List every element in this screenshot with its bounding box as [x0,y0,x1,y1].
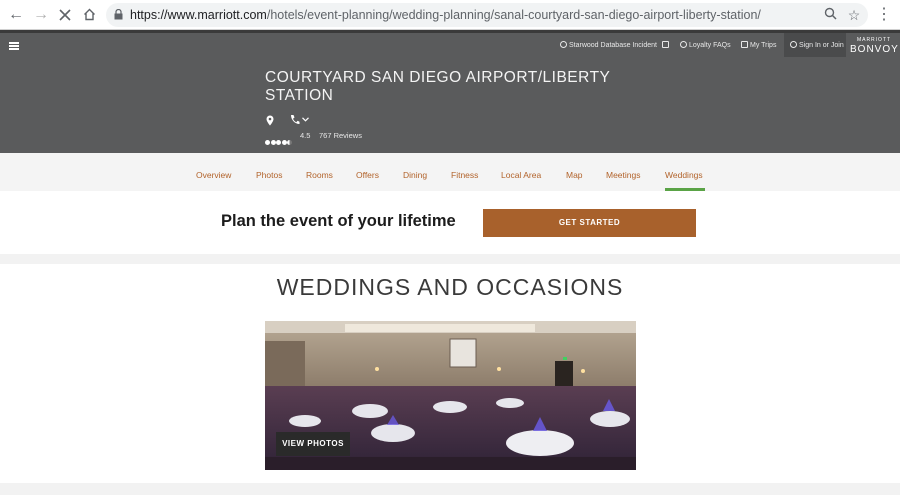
tab-dining[interactable]: Dining [403,170,427,180]
section-title: WEDDINGS AND OCCASIONS [276,274,624,300]
view-photos-button[interactable]: VIEW PHOTOS [276,432,350,456]
hamburger-menu-icon[interactable] [9,42,19,50]
get-started-button[interactable]: GET STARTED [483,209,696,237]
rating-dot-full [276,140,281,145]
info-icon [680,41,687,48]
starwood-incident-link[interactable]: Starwood Database Incident [560,41,671,49]
tab-overview[interactable]: Overview [196,170,231,180]
rating-dots [265,132,293,150]
rating-dot-half [287,140,292,145]
zoom-icon[interactable] [822,7,838,23]
tab-photos[interactable]: Photos [256,170,282,180]
reviews-link[interactable]: 767 Reviews [319,131,362,140]
tab-fitness[interactable]: Fitness [451,170,478,180]
marriott-bonvoy-logo[interactable]: MARRIOTT BONVOY [850,37,898,55]
browser-toolbar: ← → https://www.marriott.com/hotels/even… [0,0,900,30]
address-bar[interactable]: https://www.marriott.com/hotels/event-pl… [106,3,868,27]
lock-icon [114,9,123,20]
external-link-icon [661,41,669,48]
rating-dot-full [270,140,276,145]
my-trips-label: My Trips [750,42,777,49]
suitcase-icon [741,41,748,48]
chevron-down-icon[interactable] [302,117,309,122]
hotel-name: COURTYARD SAN DIEGO AIRPORT/LIBERTY STAT… [265,69,611,104]
plan-banner: Plan the event of your lifetime GET STAR… [0,191,900,254]
info-icon [560,41,567,48]
back-arrow-icon[interactable]: ← [6,5,26,25]
property-tabs: Overview Photos Rooms Offers Dining Fitn… [0,153,900,191]
browser-menu-icon[interactable]: ⋮ [874,5,894,25]
weddings-section: WEDDINGS AND OCCASIONS [0,264,900,483]
bookmark-star-icon[interactable]: ☆ [846,7,862,23]
url-path: /hotels/event-planning/wedding-planning/… [266,8,761,22]
rating-dot-full [281,140,287,145]
tab-local-area[interactable]: Local Area [501,170,541,180]
tab-meetings[interactable]: Meetings [606,170,641,180]
rating-dot-full [265,140,270,145]
starwood-incident-label: Starwood Database Incident [569,42,657,49]
url-text: https://www.marriott.com/hotels/event-pl… [130,8,761,22]
phone-icon[interactable] [290,114,300,125]
url-host: https://www.marriott.com [130,8,267,22]
tab-offers[interactable]: Offers [356,170,379,180]
tab-rooms[interactable]: Rooms [306,170,333,180]
tab-weddings[interactable]: Weddings [665,170,703,180]
plan-headline: Plan the event of your lifetime [221,212,456,230]
rating-value: 4.5 [300,131,311,140]
user-icon [790,41,797,48]
my-trips-link[interactable]: My Trips [741,41,776,49]
sign-in-label: Sign In or Join [799,42,844,49]
hotel-header: Starwood Database Incident Loyalty FAQs … [0,33,900,153]
sign-in-link[interactable]: Sign In or Join [790,41,844,49]
forward-arrow-icon[interactable]: → [31,5,51,25]
stop-loading-icon[interactable] [55,5,75,25]
tab-map[interactable]: Map [566,170,583,180]
loyalty-faqs-link[interactable]: Loyalty FAQs [680,41,731,49]
logo-small-text: MARRIOTT [856,37,892,43]
loyalty-faqs-label: Loyalty FAQs [689,42,731,49]
logo-big-text: BONVOY [850,44,899,55]
map-pin-icon[interactable] [266,115,274,126]
home-icon[interactable] [79,5,99,25]
